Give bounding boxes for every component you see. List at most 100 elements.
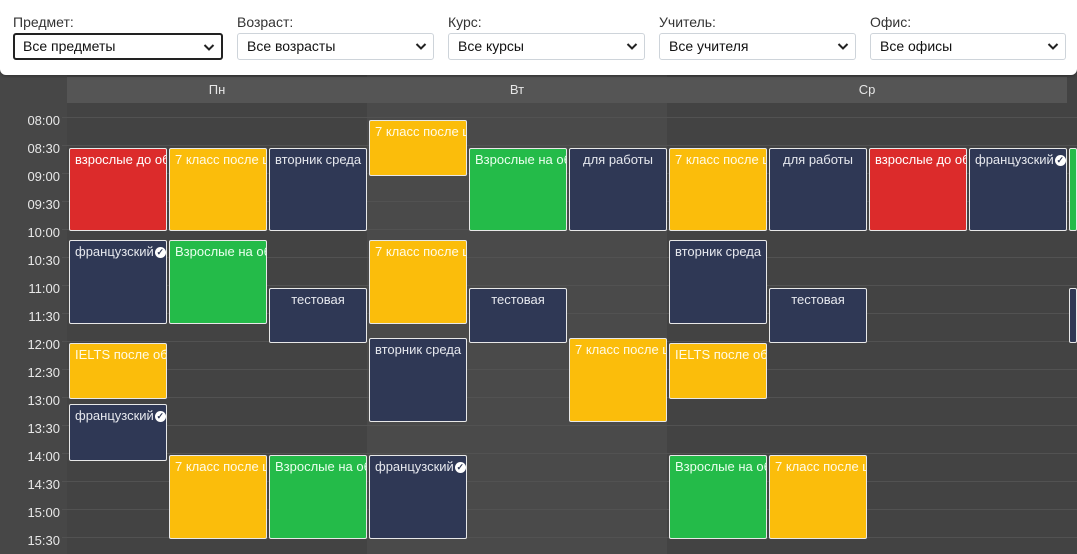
grid-line [62, 145, 1077, 146]
office-filter: Офис: Все офисы [870, 12, 1066, 60]
time-label: 14:30 [27, 477, 60, 492]
event-title: взрослые до обеда [75, 152, 166, 167]
event-title: вторник среда [275, 152, 362, 167]
teacher-filter-label: Учитель: [659, 14, 716, 30]
verified-check-icon: ✓ [154, 411, 166, 422]
time-label: 14:00 [27, 449, 60, 464]
grid-line [62, 453, 1077, 454]
event-title: французский [75, 244, 154, 259]
event-block[interactable]: 7 класс после школы [669, 148, 767, 231]
event-block[interactable]: 7 класс после школы [369, 120, 467, 176]
day-header-tue: Вт [367, 77, 667, 103]
event-title: французский [975, 152, 1054, 167]
time-label: 08:00 [27, 113, 60, 128]
event-block[interactable]: Взрослые на обеде [269, 455, 367, 539]
subject-filter-label: Предмет: [13, 14, 74, 30]
verified-check-icon: ✓ [454, 462, 466, 473]
course-select[interactable]: Все курсы [448, 33, 645, 60]
event-block[interactable]: вторник среда [669, 240, 767, 324]
office-select[interactable]: Все офисы [870, 33, 1066, 60]
event-block[interactable]: вторник среда [369, 338, 467, 422]
event-block[interactable]: тестовая [469, 288, 567, 343]
chevron-down-icon [1047, 41, 1059, 51]
event-block[interactable]: Взрослые на обеде [669, 455, 767, 539]
event-title: 7 класс после школы [575, 342, 666, 357]
chevron-down-icon [415, 41, 427, 51]
chevron-down-icon [626, 41, 638, 51]
event-block[interactable]: вторник среда [269, 148, 367, 231]
age-select-value: Все возрасты [247, 38, 336, 54]
event-title: Взрослые на обеде [275, 459, 366, 474]
event-block[interactable]: французский ✓ [69, 240, 167, 324]
grid-line [62, 117, 1077, 118]
teacher-select[interactable]: Все учителя [659, 33, 856, 60]
event-title: 7 класс после школы [775, 459, 866, 474]
event-block[interactable]: тестовая [269, 288, 367, 343]
event-block[interactable] [1069, 148, 1077, 231]
event-block[interactable]: для работы [569, 148, 667, 231]
event-title: французский [75, 408, 154, 423]
office-select-value: Все офисы [880, 38, 953, 54]
day-header-wed: Ср [667, 77, 1067, 103]
event-block[interactable]: Взрослые на обеде [469, 148, 567, 231]
event-title: Взрослые на обеде [675, 459, 766, 474]
event-block[interactable]: 7 класс после школы [169, 455, 267, 539]
event-block[interactable] [1069, 288, 1077, 343]
event-block[interactable]: для работы [769, 148, 867, 231]
event-title: французский [375, 459, 454, 474]
event-title: вторник среда [375, 342, 462, 357]
event-block[interactable]: французский ✓ [69, 404, 167, 461]
event-block[interactable]: французский ✓ [969, 148, 1067, 231]
day-header-mon: Пн [67, 77, 367, 103]
subject-filter: Предмет: Все предметы [13, 12, 223, 60]
event-block[interactable]: взрослые до обеда [69, 148, 167, 231]
event-block[interactable]: тестовая [769, 288, 867, 343]
time-label: 08:30 [27, 141, 60, 156]
age-filter: Возраст: Все возрасты [237, 12, 434, 60]
time-label: 15:00 [27, 505, 60, 520]
event-title: тестовая [791, 292, 845, 307]
event-title: для работы [783, 152, 853, 167]
subject-select[interactable]: Все предметы [13, 33, 223, 60]
event-block[interactable]: 7 класс после школы [169, 148, 267, 231]
event-title: для работы [583, 152, 653, 167]
time-label: 13:30 [27, 421, 60, 436]
event-title: взрослые до обеда [875, 152, 966, 167]
age-filter-label: Возраст: [237, 14, 294, 30]
event-block[interactable]: взрослые до обеда [869, 148, 967, 231]
time-label: 12:00 [27, 337, 60, 352]
event-block[interactable]: Взрослые на обеде [169, 240, 267, 324]
event-title: Взрослые на обеде [175, 244, 266, 259]
age-select[interactable]: Все возрасты [237, 33, 434, 60]
time-label: 10:30 [27, 253, 60, 268]
event-block[interactable]: 7 класс после школы [369, 240, 467, 324]
event-title: 7 класс после школы [675, 152, 766, 167]
time-label: 12:30 [27, 365, 60, 380]
time-label: 09:00 [27, 169, 60, 184]
verified-check-icon: ✓ [154, 247, 166, 258]
event-title: 7 класс после школы [175, 152, 266, 167]
office-filter-label: Офис: [870, 14, 912, 30]
event-block[interactable]: французский ✓ [369, 455, 467, 539]
time-label: 10:00 [27, 225, 60, 240]
time-label: 09:30 [27, 197, 60, 212]
course-filter-label: Курс: [448, 14, 482, 30]
time-label: 11:30 [28, 309, 60, 324]
event-block[interactable]: IELTS после обеда [669, 343, 767, 399]
event-title: 7 класс после школы [175, 459, 266, 474]
chevron-down-icon [203, 42, 215, 52]
event-title: тестовая [491, 292, 545, 307]
grid-line [62, 425, 1077, 426]
event-title: 7 класс после школы [375, 244, 466, 259]
course-select-value: Все курсы [458, 38, 524, 54]
chevron-down-icon [837, 41, 849, 51]
time-label: 15:30 [27, 533, 60, 548]
teacher-select-value: Все учителя [669, 38, 749, 54]
event-title: Взрослые на обеде [475, 152, 566, 167]
event-title: вторник среда [675, 244, 762, 259]
event-block[interactable]: IELTS после обеда [69, 343, 167, 399]
teacher-filter: Учитель: Все учителя [659, 12, 856, 60]
filter-bar: Предмет: Все предметы Возраст: Все возра… [0, 0, 1077, 75]
event-block[interactable]: 7 класс после школы [769, 455, 867, 539]
event-block[interactable]: 7 класс после школы [569, 338, 667, 422]
